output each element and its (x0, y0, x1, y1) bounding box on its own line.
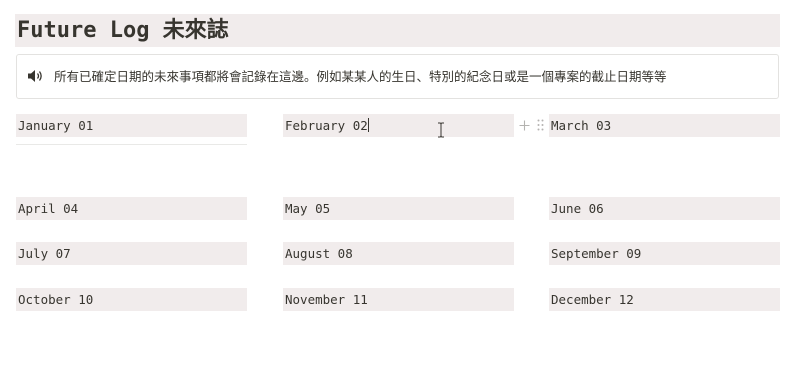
page-title-bar: Future Log 未來誌 (15, 14, 780, 47)
plus-icon (519, 120, 529, 130)
month-cell-august[interactable]: August 08 (283, 242, 514, 265)
month-cell-may[interactable]: May 05 (283, 197, 514, 220)
month-cell-july[interactable]: July 07 (16, 242, 247, 265)
speaker-icon (28, 70, 42, 82)
drag-handle-button[interactable] (535, 117, 545, 133)
text-cursor-icon (438, 122, 444, 138)
month-cell-february[interactable]: February 02 (283, 114, 514, 137)
page-title[interactable]: Future Log 未來誌 (17, 14, 780, 47)
month-cell-november[interactable]: November 11 (283, 288, 514, 311)
month-cell-december[interactable]: December 12 (549, 288, 780, 311)
month-cell-february-text: February 02 (285, 118, 368, 133)
month-cell-march[interactable]: March 03 (549, 114, 780, 137)
month-cell-october[interactable]: October 10 (16, 288, 247, 311)
month-cell-april[interactable]: April 04 (16, 197, 247, 220)
callout-block[interactable]: 所有已確定日期的未來事項都將會記錄在這邊。例如某某人的生日、特別的紀念日或是一個… (16, 54, 779, 99)
month-cell-september[interactable]: September 09 (549, 242, 780, 265)
callout-text[interactable]: 所有已確定日期的未來事項都將會記錄在這邊。例如某某人的生日、特別的紀念日或是一個… (54, 55, 667, 98)
drag-handle-icon (537, 119, 543, 131)
month-cell-june[interactable]: June 06 (549, 197, 780, 220)
column-divider (16, 144, 247, 145)
text-caret (367, 118, 369, 132)
add-block-button[interactable] (518, 117, 530, 133)
month-cell-january[interactable]: January 01 (16, 114, 247, 137)
